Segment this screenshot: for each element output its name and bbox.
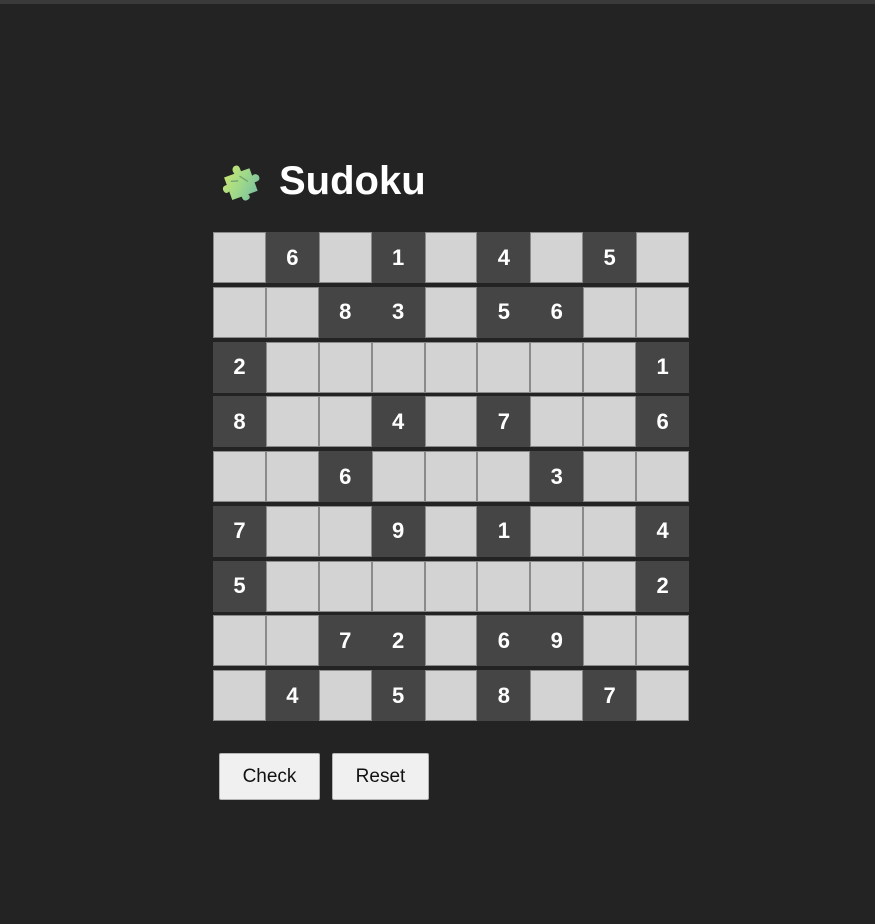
given-cell: 6 bbox=[636, 396, 690, 448]
empty-cell[interactable] bbox=[318, 505, 372, 557]
given-cell: 5 bbox=[371, 670, 425, 721]
given-cell: 4 bbox=[371, 396, 425, 448]
empty-cell[interactable] bbox=[265, 341, 319, 393]
board-row: 6 1 4 5 bbox=[213, 232, 690, 283]
given-cell: 8 bbox=[318, 286, 372, 338]
given-cell: 1 bbox=[371, 232, 425, 283]
given-cell: 6 bbox=[477, 615, 531, 667]
empty-cell[interactable] bbox=[265, 615, 319, 667]
given-cell: 4 bbox=[636, 505, 690, 557]
given-cell: 8 bbox=[213, 396, 266, 448]
empty-cell[interactable] bbox=[318, 341, 372, 393]
given-cell: 8 bbox=[477, 670, 531, 721]
given-cell: 7 bbox=[477, 396, 531, 448]
empty-cell[interactable] bbox=[477, 560, 531, 612]
empty-cell[interactable] bbox=[583, 286, 637, 338]
check-button[interactable]: Check bbox=[219, 753, 320, 800]
puzzle-piece-icon bbox=[218, 158, 264, 204]
empty-cell[interactable] bbox=[265, 560, 319, 612]
empty-cell[interactable] bbox=[371, 341, 425, 393]
given-cell: 6 bbox=[530, 286, 584, 338]
empty-cell[interactable] bbox=[318, 396, 372, 448]
given-cell: 5 bbox=[213, 560, 266, 612]
given-cell: 4 bbox=[477, 232, 531, 283]
board-row: 21 bbox=[213, 341, 690, 393]
given-cell: 9 bbox=[530, 615, 584, 667]
empty-cell[interactable] bbox=[424, 505, 478, 557]
empty-cell[interactable] bbox=[265, 451, 319, 502]
board-row: 63 bbox=[213, 451, 690, 502]
given-cell: 3 bbox=[371, 286, 425, 338]
board-row: 52 bbox=[213, 560, 690, 612]
board-row: 7269 bbox=[213, 615, 690, 667]
window-top-edge bbox=[0, 0, 875, 4]
given-cell: 5 bbox=[583, 232, 637, 283]
given-cell: 7 bbox=[318, 615, 372, 667]
empty-cell[interactable] bbox=[583, 560, 637, 612]
empty-cell[interactable] bbox=[265, 505, 319, 557]
page-header: Sudoku bbox=[218, 158, 426, 204]
empty-cell[interactable] bbox=[213, 286, 266, 338]
empty-cell[interactable] bbox=[318, 670, 372, 721]
empty-cell[interactable] bbox=[583, 396, 637, 448]
reset-button[interactable]: Reset bbox=[332, 753, 429, 800]
empty-cell[interactable] bbox=[265, 396, 319, 448]
board-row: 4 5 8 7 bbox=[213, 670, 690, 721]
empty-cell[interactable] bbox=[318, 560, 372, 612]
board-row: 8 47 6 bbox=[213, 396, 690, 448]
empty-cell[interactable] bbox=[213, 451, 266, 502]
action-buttons: Check Reset bbox=[219, 753, 429, 800]
board-row: 8356 bbox=[213, 286, 690, 338]
given-cell: 3 bbox=[530, 451, 584, 502]
empty-cell[interactable] bbox=[583, 451, 637, 502]
given-cell: 7 bbox=[213, 505, 266, 557]
empty-cell[interactable] bbox=[530, 505, 584, 557]
empty-cell[interactable] bbox=[371, 451, 425, 502]
empty-cell[interactable] bbox=[530, 232, 584, 283]
empty-cell[interactable] bbox=[583, 615, 637, 667]
empty-cell[interactable] bbox=[213, 670, 266, 721]
given-cell: 6 bbox=[318, 451, 372, 502]
empty-cell[interactable] bbox=[424, 560, 478, 612]
given-cell: 9 bbox=[371, 505, 425, 557]
given-cell: 7 bbox=[583, 670, 637, 721]
empty-cell[interactable] bbox=[424, 670, 478, 721]
empty-cell[interactable] bbox=[636, 615, 690, 667]
empty-cell[interactable] bbox=[265, 286, 319, 338]
empty-cell[interactable] bbox=[424, 232, 478, 283]
given-cell: 2 bbox=[213, 341, 266, 393]
empty-cell[interactable] bbox=[530, 396, 584, 448]
board-row: 7 91 4 bbox=[213, 505, 690, 557]
empty-cell[interactable] bbox=[530, 341, 584, 393]
empty-cell[interactable] bbox=[636, 670, 690, 721]
empty-cell[interactable] bbox=[636, 451, 690, 502]
empty-cell[interactable] bbox=[530, 560, 584, 612]
empty-cell[interactable] bbox=[583, 505, 637, 557]
given-cell: 5 bbox=[477, 286, 531, 338]
given-cell: 2 bbox=[636, 560, 690, 612]
empty-cell[interactable] bbox=[424, 341, 478, 393]
empty-cell[interactable] bbox=[424, 286, 478, 338]
given-cell: 6 bbox=[265, 232, 319, 283]
empty-cell[interactable] bbox=[530, 670, 584, 721]
empty-cell[interactable] bbox=[477, 341, 531, 393]
given-cell: 1 bbox=[636, 341, 690, 393]
empty-cell[interactable] bbox=[424, 396, 478, 448]
empty-cell[interactable] bbox=[583, 341, 637, 393]
empty-cell[interactable] bbox=[424, 615, 478, 667]
empty-cell[interactable] bbox=[213, 232, 266, 283]
sudoku-board: 614583562184766379145272694587 bbox=[213, 232, 690, 721]
empty-cell[interactable] bbox=[636, 232, 690, 283]
given-cell: 1 bbox=[477, 505, 531, 557]
empty-cell[interactable] bbox=[213, 615, 266, 667]
given-cell: 4 bbox=[265, 670, 319, 721]
page-title: Sudoku bbox=[279, 159, 426, 203]
given-cell: 2 bbox=[371, 615, 425, 667]
empty-cell[interactable] bbox=[424, 451, 478, 502]
empty-cell[interactable] bbox=[318, 232, 372, 283]
empty-cell[interactable] bbox=[477, 451, 531, 502]
empty-cell[interactable] bbox=[636, 286, 690, 338]
empty-cell[interactable] bbox=[371, 560, 425, 612]
